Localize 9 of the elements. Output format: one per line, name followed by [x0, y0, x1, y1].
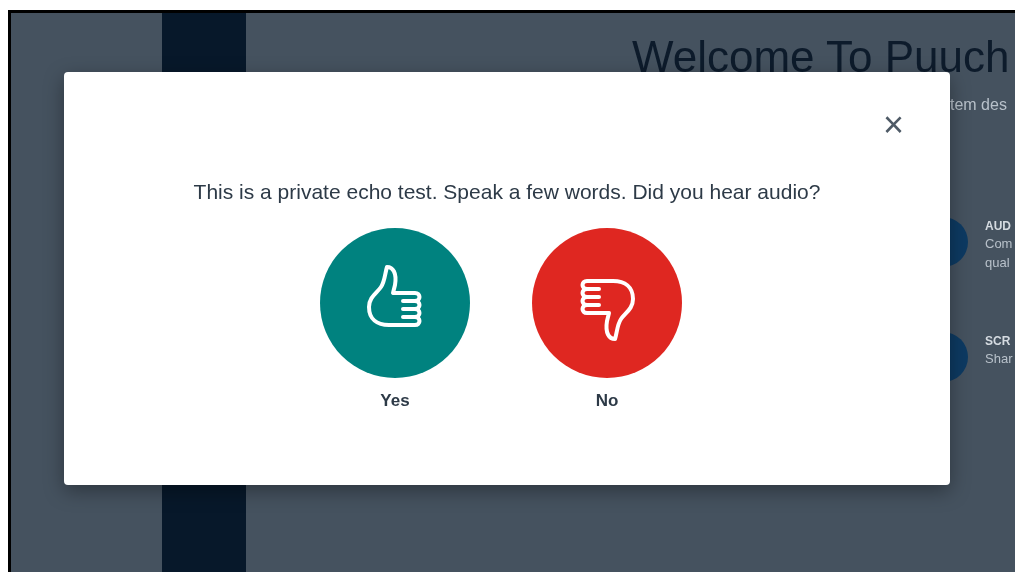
feature-text: qual — [985, 253, 1011, 272]
feature-heading: AUD — [985, 218, 1012, 236]
page-title: Welcome To Puuch — [632, 33, 1011, 82]
feature-text: Com — [985, 235, 1013, 254]
close-button[interactable]: × — [878, 107, 908, 143]
feature-text: Shar — [985, 349, 1013, 368]
dialog-question: This is a private echo test. Speak a few words. Did you hear audio? — [192, 179, 822, 205]
feature-heading: SCR — [985, 332, 1012, 350]
page-subtitle: tem des — [950, 95, 1008, 116]
